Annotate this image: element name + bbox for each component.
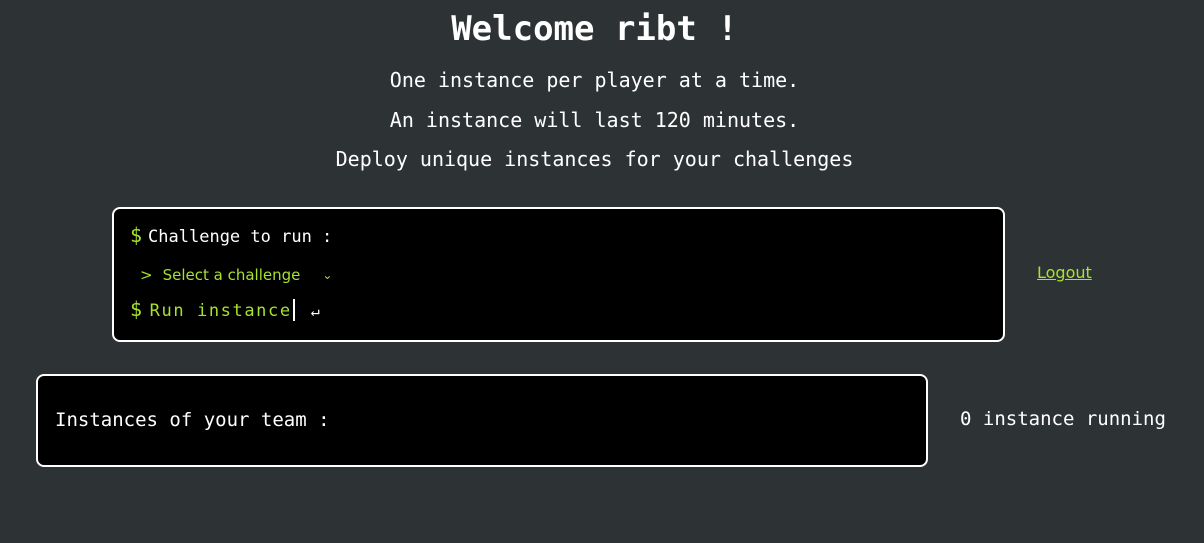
team-instances-panel: Instances of your team : xyxy=(36,374,928,467)
challenge-select[interactable]: > Select a challenge ⌄ xyxy=(140,264,332,286)
info-line-2: An instance will last 120 minutes. xyxy=(389,108,800,132)
run-prompt-symbol: $ xyxy=(130,297,144,321)
info-line-1: One instance per player at a time. xyxy=(389,68,800,92)
instance-count: 0 instance running xyxy=(960,408,1166,430)
chevron-down-icon: ⌄ xyxy=(322,268,333,282)
text-cursor xyxy=(292,299,295,321)
challenge-label-line: $ Challenge to run : xyxy=(130,223,332,249)
info-line-3: Deploy unique instances for your challen… xyxy=(335,147,854,171)
challenge-label: Challenge to run : xyxy=(148,227,333,247)
run-instance-button[interactable]: $ Run instance ↵ xyxy=(130,297,320,323)
challenge-select-value: Select a challenge xyxy=(162,266,301,284)
page-title: Welcome ribt ! xyxy=(451,9,738,49)
prompt-symbol: $ xyxy=(130,223,143,247)
run-instance-label: Run instance xyxy=(149,301,292,321)
select-prompt-symbol: > xyxy=(140,266,153,284)
team-instances-label: Instances of your team : xyxy=(55,409,330,431)
enter-icon: ↵ xyxy=(310,302,320,320)
logout-link[interactable]: Logout xyxy=(1037,263,1092,283)
deploy-panel: $ Challenge to run : > Select a challenge ⌄… xyxy=(112,207,1005,342)
